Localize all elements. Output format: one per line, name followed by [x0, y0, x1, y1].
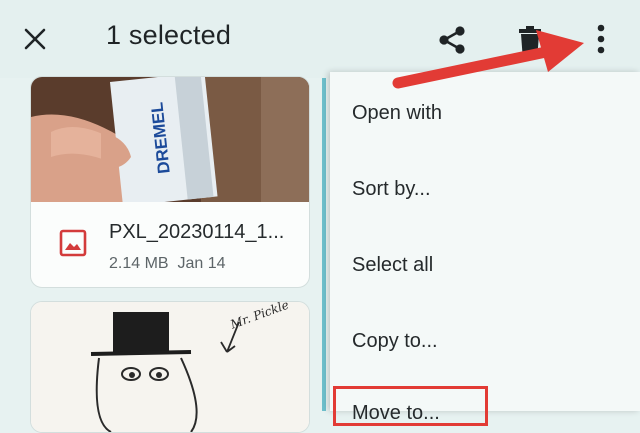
menu-item-select-all[interactable]: Select all	[352, 254, 433, 277]
menu-item-sort-by[interactable]: Sort by...	[352, 178, 431, 201]
app-bar: 1 selected	[0, 0, 640, 78]
file-thumbnail: Mr. Pickle	[31, 302, 309, 432]
file-name: PXL_20230114_1...	[109, 221, 285, 243]
trash-icon[interactable]	[512, 22, 548, 58]
close-icon[interactable]	[20, 24, 50, 54]
overflow-menu: Open with Sort by... Select all Copy to.…	[330, 72, 640, 424]
file-list: DREMEL PXL_20230114_1... 2.14 MB Jan 14	[0, 76, 328, 433]
menu-item-copy-to[interactable]: Copy to...	[352, 330, 438, 353]
file-card[interactable]: DREMEL PXL_20230114_1... 2.14 MB Jan 14	[30, 76, 310, 288]
scrollbar[interactable]	[322, 78, 326, 411]
image-icon	[59, 229, 87, 262]
file-card[interactable]: Mr. Pickle	[30, 301, 310, 433]
menu-item-open-with[interactable]: Open with	[352, 102, 442, 125]
file-thumbnail: DREMEL	[31, 77, 309, 202]
move-to-highlight	[333, 386, 488, 426]
selection-title: 1 selected	[106, 20, 232, 50]
share-icon[interactable]	[432, 20, 472, 60]
file-meta: 2.14 MB Jan 14	[109, 255, 226, 272]
more-vert-icon[interactable]	[588, 22, 614, 56]
